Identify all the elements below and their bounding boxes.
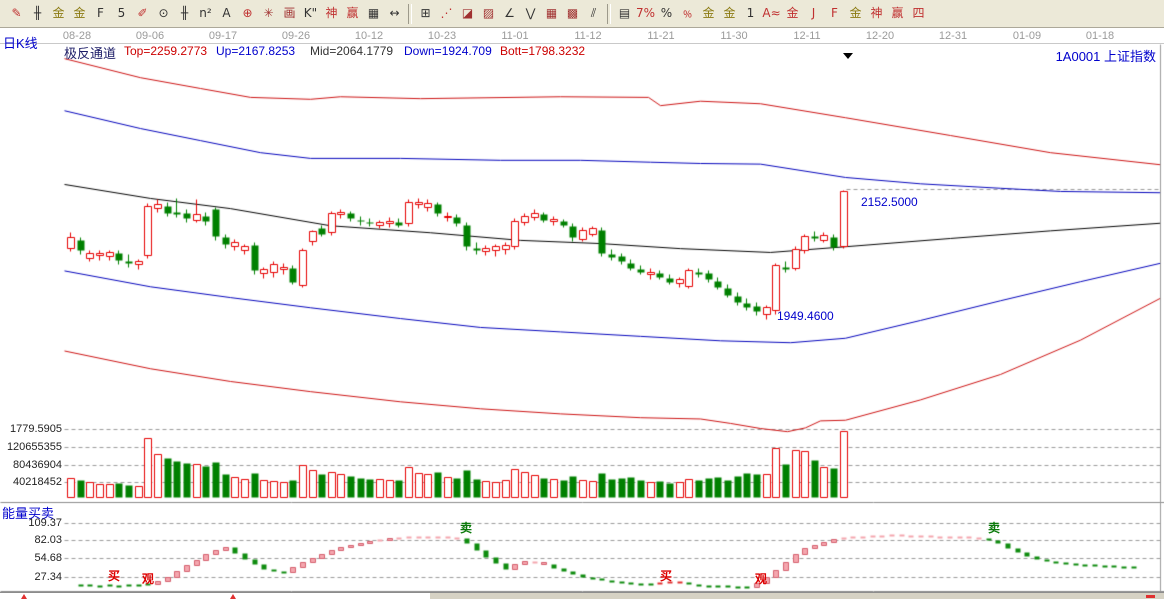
signal-buy-marker: 买 [660, 567, 672, 584]
signal-buy-marker: 观 [142, 570, 154, 587]
volume-axis-label: 40218452 [4, 476, 62, 488]
indicator-value: Up=2167.8253 [216, 44, 295, 58]
volume-axis-label: 80436904 [4, 459, 62, 471]
date-tick: 11-21 [647, 30, 674, 42]
signal-sell-marker: 卖 [460, 519, 472, 536]
oscillator-axis-label: 27.34 [4, 571, 62, 583]
date-tick: 11-12 [574, 30, 601, 42]
last-bar-marker-icon [843, 53, 853, 59]
period-label: 日K线 [3, 33, 38, 52]
date-tick: 11-01 [501, 30, 528, 42]
date-tick: 09-26 [282, 30, 310, 42]
scrollbar-position-tick [21, 594, 27, 599]
date-tick: 12-11 [793, 30, 820, 42]
price-annotation-low: 1949.4600 [777, 309, 834, 323]
signal-buy-marker: 观 [755, 570, 767, 587]
indicator-value: Bott=1798.3232 [500, 44, 585, 58]
scrollbar-red-mark [1146, 595, 1155, 598]
indicator-value: Mid=2064.1779 [310, 44, 393, 58]
indicator-value: Top=2259.2773 [124, 44, 207, 58]
symbol-label: 1A0001 上证指数 [1056, 46, 1156, 65]
date-tick: 11-30 [720, 30, 747, 42]
date-tick: 12-31 [939, 30, 967, 42]
indicator-name[interactable]: 极反通道 [64, 43, 116, 62]
oscillator-axis-label: 54.68 [4, 552, 62, 564]
indicator-value: Down=1924.709 [404, 44, 492, 58]
scrollbar-thumb[interactable] [430, 593, 1164, 599]
scrollbar-position-tick [230, 594, 236, 599]
signal-sell-marker: 卖 [988, 519, 1000, 536]
horizontal-scrollbar[interactable] [0, 592, 1164, 599]
date-tick: 01-18 [1086, 30, 1114, 42]
price-annotation-high: 2152.5000 [861, 195, 918, 209]
price-level-label: 1779.5905 [4, 423, 62, 435]
app-window: ✎╫金金F5✐⊙╫n²A⊕✳画K"神赢▦↔⊞⋰◪▨∠⋁▦▩⫽▤7%%﹪金金1A≈… [0, 0, 1164, 599]
volume-axis-label: 120655355 [4, 441, 62, 453]
date-tick: 12-20 [866, 30, 894, 42]
date-tick: 10-12 [355, 30, 383, 42]
date-tick: 08-28 [63, 30, 91, 42]
date-tick: 09-17 [209, 30, 237, 42]
date-tick: 10-23 [428, 30, 456, 42]
oscillator-axis-label: 109.37 [4, 517, 62, 529]
date-tick: 09-06 [136, 30, 164, 42]
oscillator-axis-label: 82.03 [4, 534, 62, 546]
date-tick: 01-09 [1013, 30, 1041, 42]
signal-buy-marker: 买 [108, 567, 120, 584]
kline-chart-canvas[interactable] [0, 0, 1164, 599]
